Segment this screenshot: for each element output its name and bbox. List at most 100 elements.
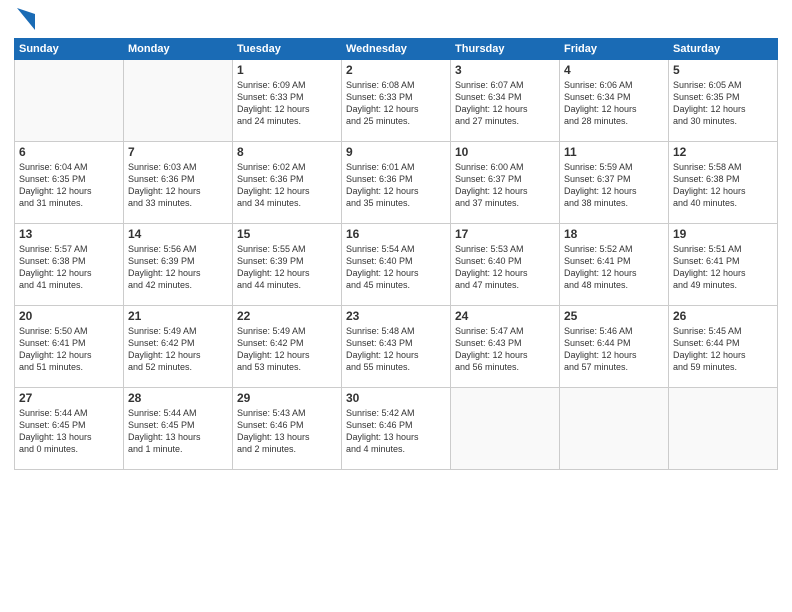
day-info: Sunrise: 5:51 AM Sunset: 6:41 PM Dayligh… <box>673 243 773 292</box>
weekday-header-friday: Friday <box>560 39 669 60</box>
calendar-cell <box>560 388 669 470</box>
day-number: 27 <box>19 391 119 405</box>
day-number: 25 <box>564 309 664 323</box>
calendar-cell: 17 Sunrise: 5:53 AM Sunset: 6:40 PM Dayli… <box>451 224 560 306</box>
day-info: Sunrise: 5:50 AM Sunset: 6:41 PM Dayligh… <box>19 325 119 374</box>
calendar-cell: 27 Sunrise: 5:44 AM Sunset: 6:45 PM Dayli… <box>15 388 124 470</box>
calendar-cell: 22 Sunrise: 5:49 AM Sunset: 6:42 PM Dayli… <box>233 306 342 388</box>
calendar-cell: 1 Sunrise: 6:09 AM Sunset: 6:33 PM Daylig… <box>233 60 342 142</box>
calendar-cell: 16 Sunrise: 5:54 AM Sunset: 6:40 PM Dayli… <box>342 224 451 306</box>
day-info: Sunrise: 5:43 AM Sunset: 6:46 PM Dayligh… <box>237 407 337 456</box>
calendar-cell: 3 Sunrise: 6:07 AM Sunset: 6:34 PM Daylig… <box>451 60 560 142</box>
day-number: 7 <box>128 145 228 159</box>
calendar-cell: 4 Sunrise: 6:06 AM Sunset: 6:34 PM Daylig… <box>560 60 669 142</box>
day-number: 9 <box>346 145 446 159</box>
calendar-cell <box>124 60 233 142</box>
day-info: Sunrise: 6:03 AM Sunset: 6:36 PM Dayligh… <box>128 161 228 210</box>
day-info: Sunrise: 5:49 AM Sunset: 6:42 PM Dayligh… <box>128 325 228 374</box>
calendar-cell: 7 Sunrise: 6:03 AM Sunset: 6:36 PM Daylig… <box>124 142 233 224</box>
calendar-cell: 26 Sunrise: 5:45 AM Sunset: 6:44 PM Dayli… <box>669 306 778 388</box>
calendar-cell: 18 Sunrise: 5:52 AM Sunset: 6:41 PM Dayli… <box>560 224 669 306</box>
day-number: 11 <box>564 145 664 159</box>
calendar-week-4: 20 Sunrise: 5:50 AM Sunset: 6:41 PM Dayli… <box>15 306 778 388</box>
day-info: Sunrise: 5:47 AM Sunset: 6:43 PM Dayligh… <box>455 325 555 374</box>
calendar-cell: 15Sunrise: 5:55 AM Sunset: 6:39 PM Dayli… <box>233 224 342 306</box>
day-number: 4 <box>564 63 664 77</box>
day-number: 19 <box>673 227 773 241</box>
day-number: 5 <box>673 63 773 77</box>
day-info: Sunrise: 6:06 AM Sunset: 6:34 PM Dayligh… <box>564 79 664 128</box>
day-number: 23 <box>346 309 446 323</box>
day-info: Sunrise: 5:58 AM Sunset: 6:38 PM Dayligh… <box>673 161 773 210</box>
day-number: 20 <box>19 309 119 323</box>
day-info: Sunrise: 5:42 AM Sunset: 6:46 PM Dayligh… <box>346 407 446 456</box>
day-number: 6 <box>19 145 119 159</box>
day-info: Sunrise: 5:59 AM Sunset: 6:37 PM Dayligh… <box>564 161 664 210</box>
day-number: 26 <box>673 309 773 323</box>
day-info: Sunrise: 5:53 AM Sunset: 6:40 PM Dayligh… <box>455 243 555 292</box>
calendar-week-1: 1 Sunrise: 6:09 AM Sunset: 6:33 PM Daylig… <box>15 60 778 142</box>
day-info: Sunrise: 5:45 AM Sunset: 6:44 PM Dayligh… <box>673 325 773 374</box>
calendar-cell: 8 Sunrise: 6:02 AM Sunset: 6:36 PM Daylig… <box>233 142 342 224</box>
day-info: Sunrise: 6:07 AM Sunset: 6:34 PM Dayligh… <box>455 79 555 128</box>
calendar-cell: 19 Sunrise: 5:51 AM Sunset: 6:41 PM Dayli… <box>669 224 778 306</box>
calendar-cell: 20 Sunrise: 5:50 AM Sunset: 6:41 PM Dayli… <box>15 306 124 388</box>
day-info: Sunrise: 6:00 AM Sunset: 6:37 PM Dayligh… <box>455 161 555 210</box>
day-info: Sunrise: 6:01 AM Sunset: 6:36 PM Dayligh… <box>346 161 446 210</box>
day-number: 3 <box>455 63 555 77</box>
day-info: Sunrise: 6:09 AM Sunset: 6:33 PM Dayligh… <box>237 79 337 128</box>
weekday-header-wednesday: Wednesday <box>342 39 451 60</box>
calendar-cell <box>15 60 124 142</box>
day-number: 10 <box>455 145 555 159</box>
day-info: Sunrise: 5:44 AM Sunset: 6:45 PM Dayligh… <box>19 407 119 456</box>
day-info: Sunrise: 5:49 AM Sunset: 6:42 PM Dayligh… <box>237 325 337 374</box>
calendar-cell: 10 Sunrise: 6:00 AM Sunset: 6:37 PM Dayli… <box>451 142 560 224</box>
day-info: Sunrise: 5:54 AM Sunset: 6:40 PM Dayligh… <box>346 243 446 292</box>
calendar-cell: 30 Sunrise: 5:42 AM Sunset: 6:46 PM Dayli… <box>342 388 451 470</box>
day-number: 8 <box>237 145 337 159</box>
calendar-cell: 29 Sunrise: 5:43 AM Sunset: 6:46 PM Dayli… <box>233 388 342 470</box>
day-info: Sunrise: 6:02 AM Sunset: 6:36 PM Dayligh… <box>237 161 337 210</box>
weekday-header-sunday: Sunday <box>15 39 124 60</box>
day-number: 16 <box>346 227 446 241</box>
calendar-cell: 28 Sunrise: 5:44 AM Sunset: 6:45 PM Dayli… <box>124 388 233 470</box>
day-number: 13 <box>19 227 119 241</box>
calendar-table: SundayMondayTuesdayWednesdayThursdayFrid… <box>14 38 778 470</box>
calendar-cell: 25 Sunrise: 5:46 AM Sunset: 6:44 PM Dayli… <box>560 306 669 388</box>
day-info: Sunrise: 5:55 AM Sunset: 6:39 PM Dayligh… <box>237 243 337 292</box>
day-number: 2 <box>346 63 446 77</box>
day-number: 1 <box>237 63 337 77</box>
day-info: Sunrise: 5:44 AM Sunset: 6:45 PM Dayligh… <box>128 407 228 456</box>
calendar-week-2: 6 Sunrise: 6:04 AM Sunset: 6:35 PM Daylig… <box>15 142 778 224</box>
logo-icon <box>17 8 35 30</box>
day-info: Sunrise: 5:46 AM Sunset: 6:44 PM Dayligh… <box>564 325 664 374</box>
day-number: 29 <box>237 391 337 405</box>
calendar-cell: 6 Sunrise: 6:04 AM Sunset: 6:35 PM Daylig… <box>15 142 124 224</box>
day-info: Sunrise: 5:48 AM Sunset: 6:43 PM Dayligh… <box>346 325 446 374</box>
day-info: Sunrise: 6:04 AM Sunset: 6:35 PM Dayligh… <box>19 161 119 210</box>
calendar-cell: 23 Sunrise: 5:48 AM Sunset: 6:43 PM Dayli… <box>342 306 451 388</box>
weekday-header-monday: Monday <box>124 39 233 60</box>
calendar-cell: 5 Sunrise: 6:05 AM Sunset: 6:35 PM Daylig… <box>669 60 778 142</box>
day-number: 18 <box>564 227 664 241</box>
day-number: 12 <box>673 145 773 159</box>
day-number: 30 <box>346 391 446 405</box>
day-number: 17 <box>455 227 555 241</box>
calendar-cell: 14 Sunrise: 5:56 AM Sunset: 6:39 PM Dayli… <box>124 224 233 306</box>
day-info: Sunrise: 6:05 AM Sunset: 6:35 PM Dayligh… <box>673 79 773 128</box>
day-info: Sunrise: 5:52 AM Sunset: 6:41 PM Dayligh… <box>564 243 664 292</box>
day-number: 14 <box>128 227 228 241</box>
weekday-header-tuesday: Tuesday <box>233 39 342 60</box>
day-number: 21 <box>128 309 228 323</box>
calendar-cell: 21 Sunrise: 5:49 AM Sunset: 6:42 PM Dayli… <box>124 306 233 388</box>
calendar-week-5: 27 Sunrise: 5:44 AM Sunset: 6:45 PM Dayli… <box>15 388 778 470</box>
day-info: Sunrise: 5:56 AM Sunset: 6:39 PM Dayligh… <box>128 243 228 292</box>
calendar-cell: 12 Sunrise: 5:58 AM Sunset: 6:38 PM Dayli… <box>669 142 778 224</box>
calendar-cell: 24Sunrise: 5:47 AM Sunset: 6:43 PM Dayli… <box>451 306 560 388</box>
weekday-header-thursday: Thursday <box>451 39 560 60</box>
header <box>14 10 778 30</box>
day-number: 28 <box>128 391 228 405</box>
day-number: 22 <box>237 309 337 323</box>
calendar-cell <box>669 388 778 470</box>
calendar-cell: 11 Sunrise: 5:59 AM Sunset: 6:37 PM Dayli… <box>560 142 669 224</box>
